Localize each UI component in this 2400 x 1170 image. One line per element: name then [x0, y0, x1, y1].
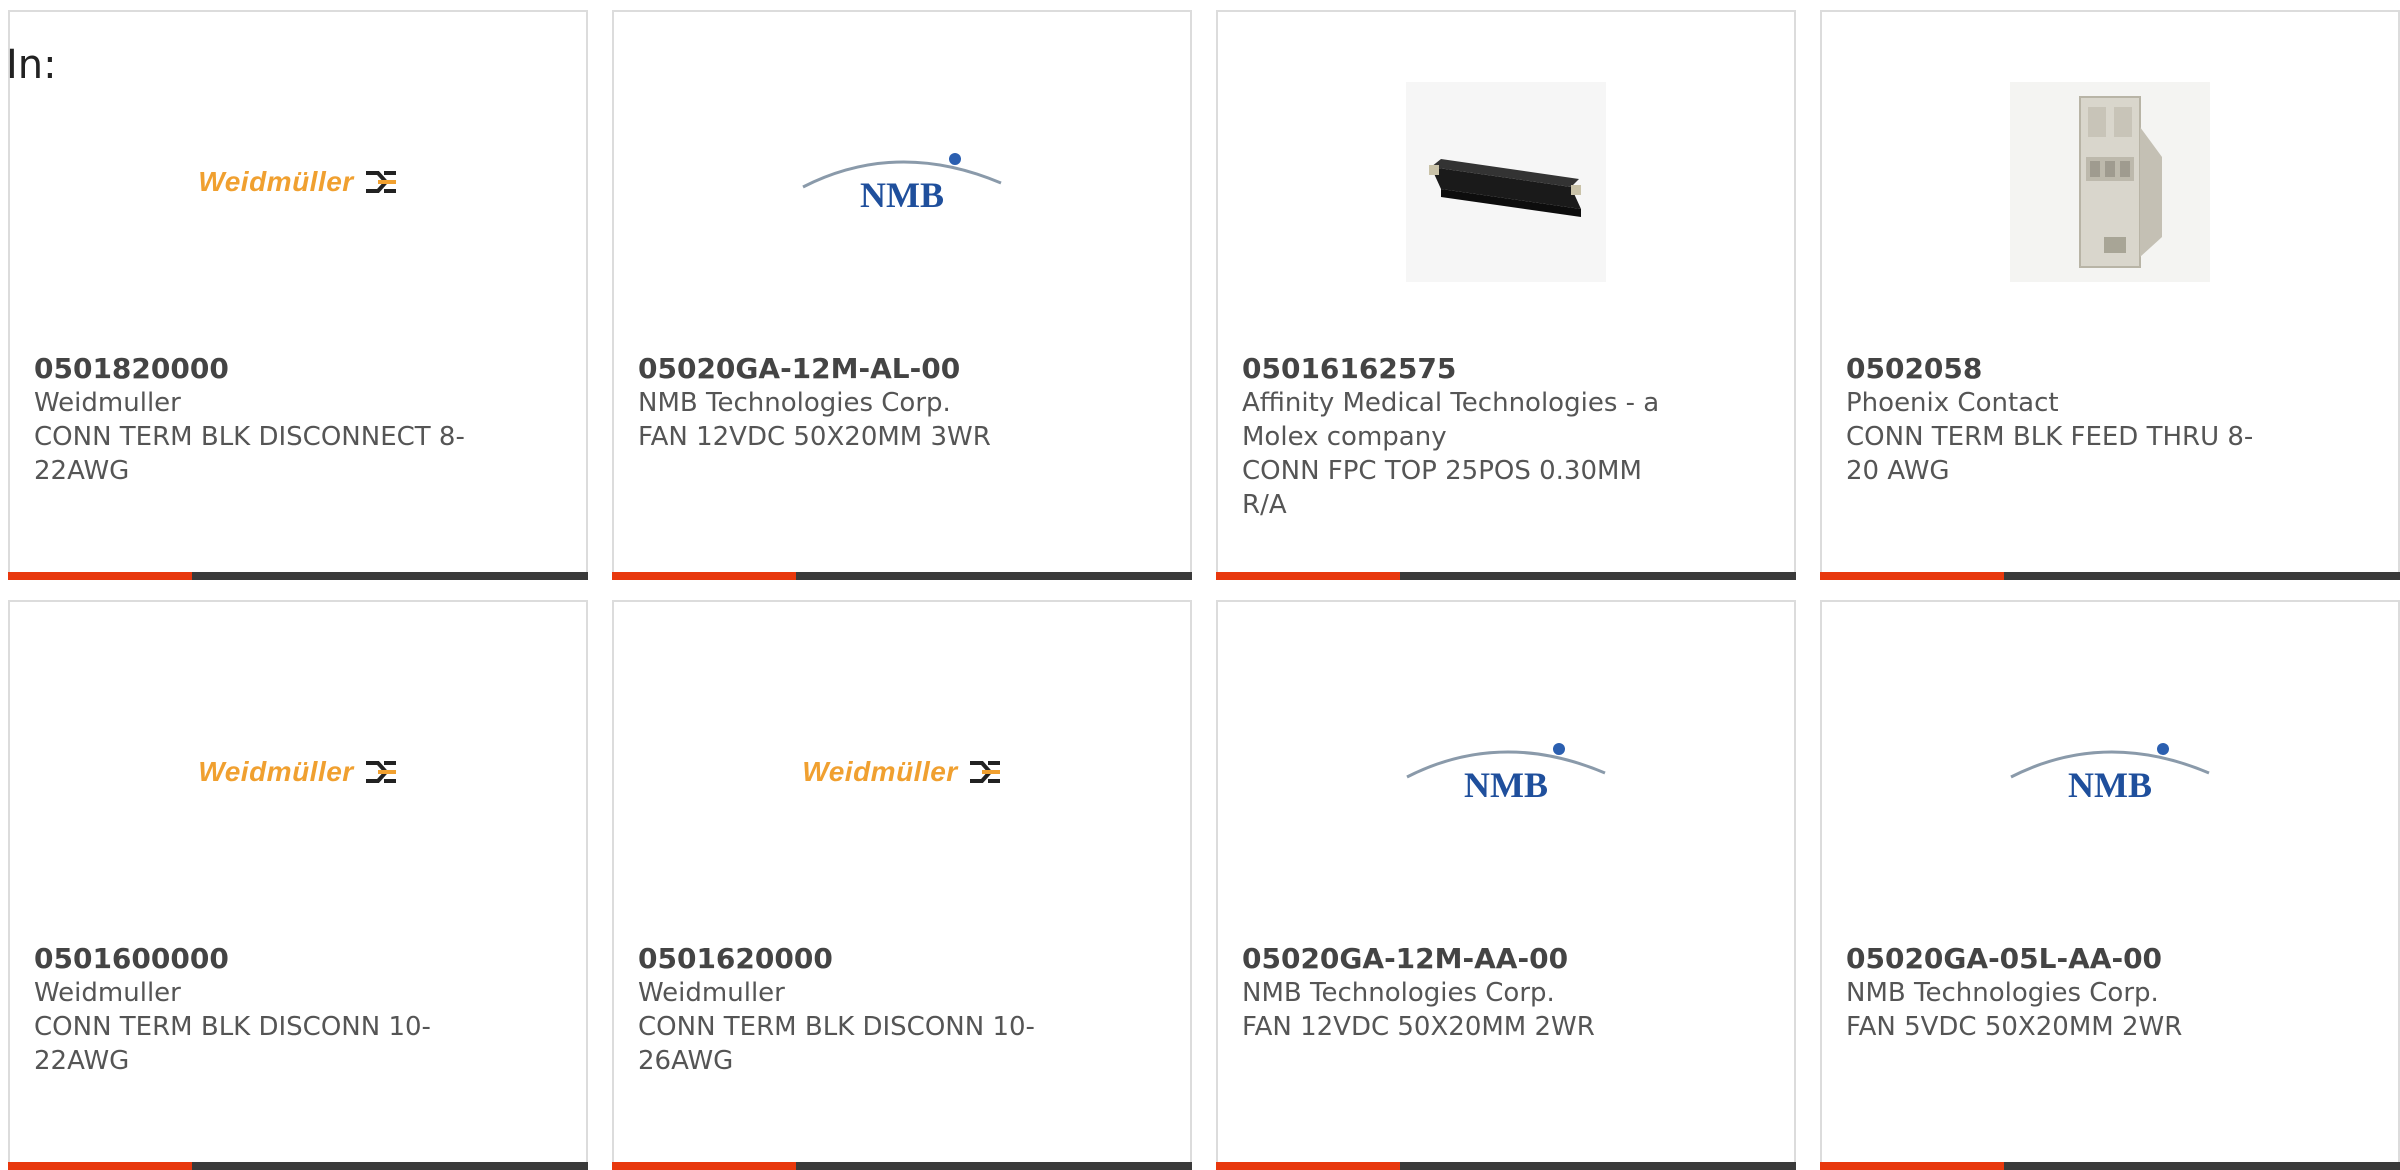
description: FAN 5VDC 50X20MM 2WR [1846, 1012, 2183, 1042]
card-footer-accent [612, 1162, 796, 1170]
nmb-logo: NMB [797, 147, 1007, 217]
product-info: 05020GA-12M-AL-00 NMB Technologies Corp.… [638, 352, 1078, 454]
manufacturer: NMB Technologies Corp. [1846, 978, 2159, 1008]
weidmuller-logo-text: Weidmüller [802, 756, 958, 787]
weidmuller-logo: Weidmüller [198, 166, 397, 198]
part-number[interactable]: 0501600000 [34, 942, 474, 976]
weidmuller-symbol-icon [365, 171, 396, 193]
fpc-connector-photo [1406, 82, 1606, 282]
description: CONN TERM BLK FEED THRU 8-20 AWG [1846, 422, 2254, 486]
part-number[interactable]: 05020GA-12M-AA-00 [1242, 942, 1682, 976]
product-card[interactable]: Weidmüller 0501600000 Weidmuller CONN TE… [8, 600, 588, 1170]
card-footer-bar [1820, 572, 2400, 580]
card-footer-bar [1216, 572, 1796, 580]
card-footer-bar [8, 1162, 588, 1170]
weidmuller-logo: Weidmüller [802, 756, 1001, 788]
manufacturer: NMB Technologies Corp. [638, 388, 951, 418]
manufacturer: Affinity Medical Technologies - a Molex … [1242, 388, 1660, 452]
weidmuller-symbol-icon [365, 761, 396, 783]
manufacturer: Phoenix Contact [1846, 388, 2059, 418]
part-number[interactable]: 05016162575 [1242, 352, 1682, 386]
description: CONN TERM BLK DISCONN 10-26AWG [638, 1012, 1035, 1076]
card-footer-bar [8, 572, 588, 580]
product-image [1218, 82, 1794, 282]
product-card[interactable]: 0502058 Phoenix Contact CONN TERM BLK FE… [1820, 10, 2400, 580]
product-info: 0502058 Phoenix Contact CONN TERM BLK FE… [1846, 352, 2286, 488]
product-card[interactable]: Weidmüller 0501620000 Weidmuller CONN TE… [612, 600, 1192, 1170]
product-image: NMB [614, 82, 1190, 282]
weidmuller-logo-text: Weidmüller [198, 166, 354, 197]
nmb-logo-graphic: NMB [2010, 743, 2210, 805]
terminal-block-icon [2079, 96, 2162, 268]
card-footer-accent [612, 572, 796, 580]
manufacturer: NMB Technologies Corp. [1242, 978, 1555, 1008]
product-info: 05020GA-05L-AA-00 NMB Technologies Corp.… [1846, 942, 2286, 1044]
manufacturer: Weidmuller [638, 978, 785, 1008]
card-footer-accent [8, 572, 192, 580]
card-footer-accent [8, 1162, 192, 1170]
part-number[interactable]: 05020GA-12M-AL-00 [638, 352, 1078, 386]
description: FAN 12VDC 50X20MM 3WR [638, 422, 991, 452]
nmb-logo-text: NMB [2068, 765, 2152, 805]
product-info: 05016162575 Affinity Medical Technologie… [1242, 352, 1682, 522]
product-card[interactable]: 05016162575 Affinity Medical Technologie… [1216, 10, 1796, 580]
card-footer-accent [1216, 572, 1400, 580]
nmb-logo-text: NMB [1464, 765, 1548, 805]
card-footer-accent [1820, 1162, 2004, 1170]
product-card[interactable]: NMB 05020GA-12M-AL-00 NMB Technologies C… [612, 10, 1192, 580]
nmb-logo: NMB [2005, 737, 2215, 807]
product-info: 0501820000 Weidmuller CONN TERM BLK DISC… [34, 352, 474, 488]
product-card[interactable]: NMB 05020GA-12M-AA-00 NMB Technologies C… [1216, 600, 1796, 1170]
card-footer-bar [612, 1162, 1192, 1170]
product-image [1822, 82, 2398, 282]
weidmuller-symbol-icon [969, 761, 1000, 783]
product-image: Weidmüller [10, 82, 586, 282]
fpc-connector-icon [1429, 159, 1581, 217]
product-image: NMB [1218, 672, 1794, 872]
card-footer-accent [1216, 1162, 1400, 1170]
product-info: 05020GA-12M-AA-00 NMB Technologies Corp.… [1242, 942, 1682, 1044]
part-number[interactable]: 0501820000 [34, 352, 474, 386]
description: FAN 12VDC 50X20MM 2WR [1242, 1012, 1595, 1042]
terminal-block-photo [2010, 82, 2210, 282]
card-footer-bar [1820, 1162, 2400, 1170]
product-image: Weidmüller [614, 672, 1190, 872]
part-number[interactable]: 0502058 [1846, 352, 2286, 386]
weidmuller-logo-text: Weidmüller [198, 756, 354, 787]
card-footer-accent [1820, 572, 2004, 580]
description: CONN TERM BLK DISCONNECT 8-22AWG [34, 422, 465, 486]
card-footer-bar [612, 572, 1192, 580]
manufacturer: Weidmuller [34, 388, 181, 418]
card-footer-bar [1216, 1162, 1796, 1170]
nmb-logo: NMB [1401, 737, 1611, 807]
description: CONN FPC TOP 25POS 0.30MM R/A [1242, 456, 1642, 520]
product-card[interactable]: Weidmüller 0501820000 Weidmuller CONN TE… [8, 10, 588, 580]
nmb-logo-graphic: NMB [802, 153, 1002, 215]
product-image: Weidmüller [10, 672, 586, 872]
product-info: 0501620000 Weidmuller CONN TERM BLK DISC… [638, 942, 1078, 1078]
weidmuller-logo: Weidmüller [198, 756, 397, 788]
manufacturer: Weidmuller [34, 978, 181, 1008]
in-label: In: [6, 42, 57, 88]
product-image: NMB [1822, 672, 2398, 872]
part-number[interactable]: 05020GA-05L-AA-00 [1846, 942, 2286, 976]
part-number[interactable]: 0501620000 [638, 942, 1078, 976]
nmb-logo-graphic: NMB [1406, 743, 1606, 805]
product-card[interactable]: NMB 05020GA-05L-AA-00 NMB Technologies C… [1820, 600, 2400, 1170]
nmb-logo-text: NMB [860, 175, 944, 215]
product-info: 0501600000 Weidmuller CONN TERM BLK DISC… [34, 942, 474, 1078]
description: CONN TERM BLK DISCONN 10-22AWG [34, 1012, 431, 1076]
